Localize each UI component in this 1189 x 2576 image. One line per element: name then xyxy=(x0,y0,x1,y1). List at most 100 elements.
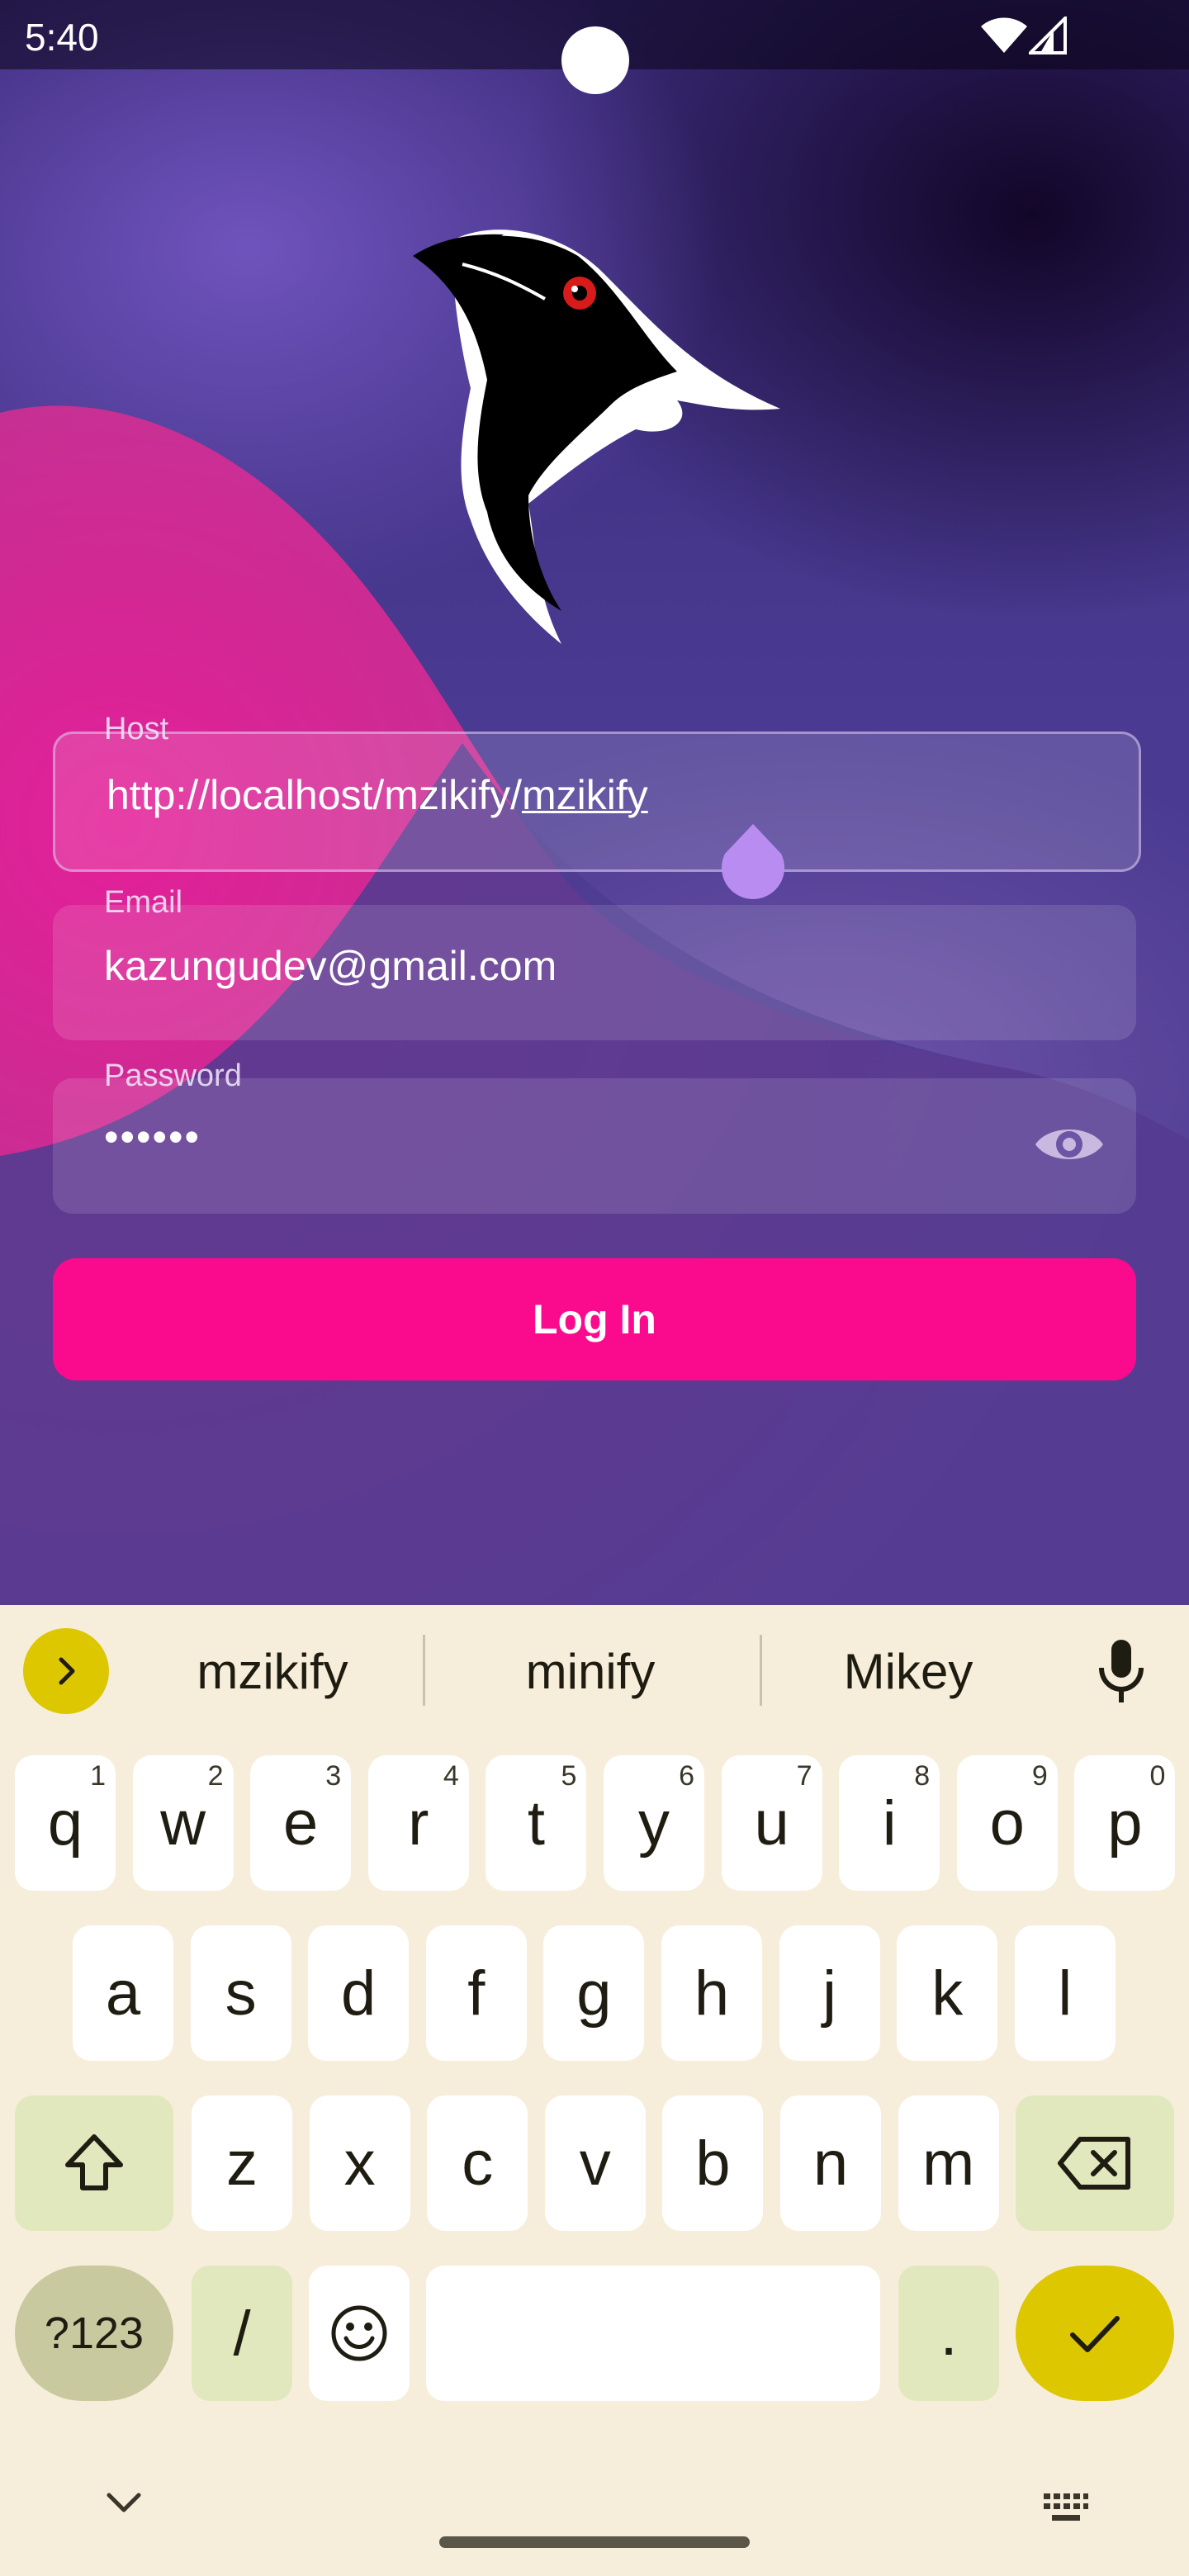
key-a[interactable]: a xyxy=(73,1925,173,2061)
key-y[interactable]: y6 xyxy=(604,1755,704,1891)
key-label: j xyxy=(822,1958,837,2029)
key-s[interactable]: s xyxy=(190,1925,291,2061)
gesture-nav-pill[interactable] xyxy=(439,2536,750,2548)
key-x[interactable]: x xyxy=(309,2095,410,2231)
key-number-hint: 6 xyxy=(679,1760,694,1792)
email-field[interactable]: kazungudev@gmail.com xyxy=(53,905,1136,1040)
key-e[interactable]: e3 xyxy=(250,1755,352,1891)
key-v[interactable]: v xyxy=(544,2095,646,2231)
keyboard-icon[interactable] xyxy=(1042,2492,1090,2525)
key-label: a xyxy=(105,1958,141,2029)
key-n[interactable]: n xyxy=(780,2095,881,2231)
key-label: f xyxy=(467,1958,486,2029)
shift-icon xyxy=(65,2134,123,2190)
suggestion-divider xyxy=(423,1635,425,1706)
symbols-key[interactable]: ?123 xyxy=(15,2266,173,2401)
key-t[interactable]: t5 xyxy=(486,1755,587,1891)
key-label: r xyxy=(408,1788,429,1859)
key-label: c xyxy=(462,2128,494,2199)
key-number-hint: 0 xyxy=(1149,1760,1166,1792)
host-field[interactable]: http://localhost/mzikify/mzikify xyxy=(53,732,1141,872)
check-icon xyxy=(1070,2316,1120,2352)
key-j[interactable]: j xyxy=(779,1925,880,2061)
key-w[interactable]: w2 xyxy=(132,1755,234,1891)
login-button[interactable]: Log In xyxy=(53,1258,1136,1380)
mic-icon[interactable] xyxy=(1095,1636,1148,1707)
soft-keyboard: mzikify minify Mikey ?123 / . q 1 w 2 e … xyxy=(0,1605,1189,2576)
key-label: m xyxy=(921,2128,975,2199)
enter-key[interactable] xyxy=(1016,2266,1174,2401)
password-value[interactable]: •••••• xyxy=(104,1113,201,1161)
emoji-icon xyxy=(331,2305,387,2361)
host-label: Host xyxy=(104,712,169,746)
key-label: w xyxy=(160,1788,206,1859)
key-r[interactable]: r4 xyxy=(367,1755,469,1891)
key-g[interactable]: g xyxy=(543,1925,645,2061)
key-label: g xyxy=(576,1958,612,2029)
key-label: b xyxy=(695,2128,731,2199)
key-number-hint: 8 xyxy=(914,1760,931,1792)
eye-icon[interactable] xyxy=(1032,1120,1106,1169)
key-label: e xyxy=(283,1788,319,1859)
camera-cutout xyxy=(561,26,629,94)
key-number-hint: 7 xyxy=(796,1760,812,1792)
key-label: t xyxy=(527,1788,545,1859)
chevron-down-icon[interactable] xyxy=(102,2487,145,2520)
shift-key[interactable] xyxy=(15,2095,173,2231)
backspace-key[interactable] xyxy=(1016,2095,1174,2231)
key-q[interactable]: q1 xyxy=(15,1755,116,1891)
period-key[interactable]: . xyxy=(898,2266,999,2401)
key-label: i xyxy=(882,1788,897,1859)
key-label: u xyxy=(754,1788,789,1859)
host-value[interactable]: http://localhost/mzikify/mzikify xyxy=(107,771,648,819)
key-h[interactable]: h xyxy=(661,1925,762,2061)
key-o[interactable]: o9 xyxy=(956,1755,1058,1891)
key-c[interactable]: c xyxy=(427,2095,528,2231)
key-label: z xyxy=(226,2128,258,2199)
key-z[interactable]: z xyxy=(192,2095,292,2231)
emoji-key[interactable] xyxy=(309,2266,410,2401)
suggestion-3[interactable]: Mikey xyxy=(768,1630,1049,1712)
key-b[interactable]: b xyxy=(662,2095,764,2231)
key-label: y xyxy=(638,1788,670,1859)
wifi-icon xyxy=(981,17,1027,53)
key-label: p xyxy=(1107,1788,1143,1859)
chevron-right-icon xyxy=(59,1657,75,1685)
key-label: v xyxy=(579,2128,611,2199)
key-label: k xyxy=(931,1958,964,2029)
key-u[interactable]: u7 xyxy=(721,1755,822,1891)
suggestion-2[interactable]: minify xyxy=(438,1630,743,1712)
key-label: d xyxy=(341,1958,377,2029)
key-k[interactable]: k xyxy=(897,1925,998,2061)
email-label: Email xyxy=(104,885,183,920)
suggestion-1[interactable]: mzikify xyxy=(132,1630,413,1712)
key-m[interactable]: m xyxy=(898,2095,999,2231)
key-number-hint: 4 xyxy=(443,1760,459,1792)
key-f[interactable]: f xyxy=(425,1925,527,2061)
key-number-hint: 9 xyxy=(1031,1760,1048,1792)
key-number-hint: 2 xyxy=(207,1760,224,1792)
key-p[interactable]: p0 xyxy=(1074,1755,1176,1891)
backspace-icon xyxy=(1058,2137,1130,2190)
text-cursor-handle[interactable] xyxy=(722,824,784,902)
key-label: q xyxy=(47,1788,83,1859)
space-key[interactable] xyxy=(426,2266,880,2401)
key-label: o xyxy=(989,1788,1025,1859)
key-i[interactable]: i8 xyxy=(839,1755,940,1891)
status-time: 5:40 xyxy=(25,16,99,59)
key-number-hint: 1 xyxy=(90,1760,106,1792)
key-label: x xyxy=(343,2128,376,2199)
key-label: l xyxy=(1058,1958,1073,2029)
key-label: h xyxy=(694,1958,730,2029)
key-number-hint: 3 xyxy=(325,1760,342,1792)
toolbar-expand-button[interactable] xyxy=(23,1628,109,1714)
key-label: n xyxy=(812,2128,849,2199)
key-label: s xyxy=(225,1958,257,2029)
password-field[interactable]: •••••• xyxy=(53,1078,1136,1214)
bird-logo-icon xyxy=(413,230,780,644)
key-d[interactable]: d xyxy=(308,1925,410,2061)
login-screen: 5:40 http://localhost/mzikify/mzikify Ho… xyxy=(0,0,1189,1605)
email-value[interactable]: kazungudev@gmail.com xyxy=(104,942,557,990)
key-l[interactable]: l xyxy=(1014,1925,1116,2061)
slash-key[interactable]: / xyxy=(192,2266,292,2401)
